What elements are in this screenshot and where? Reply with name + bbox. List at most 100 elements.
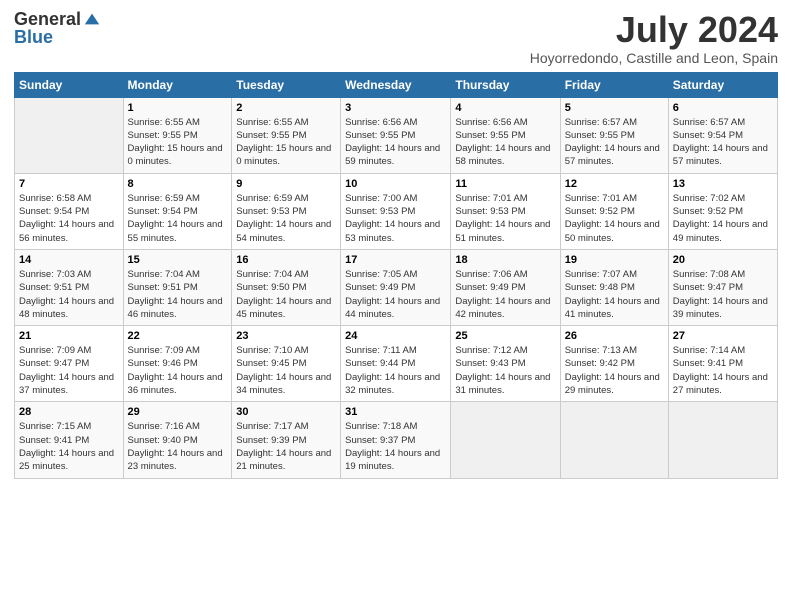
month-title: July 2024: [530, 10, 778, 50]
cell-info: Sunrise: 7:10 AM Sunset: 9:45 PM Dayligh…: [236, 344, 336, 397]
weekday-header: Wednesday: [341, 72, 451, 97]
cell-date: 1: [128, 102, 228, 114]
cell-info: Sunrise: 6:59 AM Sunset: 9:54 PM Dayligh…: [128, 192, 228, 245]
calendar-cell: 17 Sunrise: 7:05 AM Sunset: 9:49 PM Dayl…: [341, 249, 451, 325]
cell-info: Sunrise: 7:14 AM Sunset: 9:41 PM Dayligh…: [673, 344, 773, 397]
cell-info: Sunrise: 7:01 AM Sunset: 9:53 PM Dayligh…: [455, 192, 555, 245]
cell-date: 3: [345, 102, 446, 114]
cell-info: Sunrise: 7:04 AM Sunset: 9:51 PM Dayligh…: [128, 268, 228, 321]
calendar-cell: 31 Sunrise: 7:18 AM Sunset: 9:37 PM Dayl…: [341, 402, 451, 478]
calendar-cell: 9 Sunrise: 6:59 AM Sunset: 9:53 PM Dayli…: [232, 173, 341, 249]
weekday-header: Monday: [123, 72, 232, 97]
calendar-cell: 30 Sunrise: 7:17 AM Sunset: 9:39 PM Dayl…: [232, 402, 341, 478]
cell-info: Sunrise: 6:57 AM Sunset: 9:55 PM Dayligh…: [565, 116, 664, 169]
logo-icon: [83, 10, 101, 28]
cell-date: 19: [565, 254, 664, 266]
cell-info: Sunrise: 7:09 AM Sunset: 9:46 PM Dayligh…: [128, 344, 228, 397]
calendar-week-row: 7 Sunrise: 6:58 AM Sunset: 9:54 PM Dayli…: [15, 173, 778, 249]
calendar-cell: 14 Sunrise: 7:03 AM Sunset: 9:51 PM Dayl…: [15, 249, 124, 325]
weekday-header: Friday: [560, 72, 668, 97]
cell-date: 25: [455, 330, 555, 342]
cell-info: Sunrise: 7:04 AM Sunset: 9:50 PM Dayligh…: [236, 268, 336, 321]
cell-info: Sunrise: 7:16 AM Sunset: 9:40 PM Dayligh…: [128, 420, 228, 473]
cell-date: 26: [565, 330, 664, 342]
calendar-week-row: 28 Sunrise: 7:15 AM Sunset: 9:41 PM Dayl…: [15, 402, 778, 478]
cell-info: Sunrise: 7:17 AM Sunset: 9:39 PM Dayligh…: [236, 420, 336, 473]
cell-info: Sunrise: 7:11 AM Sunset: 9:44 PM Dayligh…: [345, 344, 446, 397]
calendar-cell: 22 Sunrise: 7:09 AM Sunset: 9:46 PM Dayl…: [123, 326, 232, 402]
calendar-cell: [15, 97, 124, 173]
calendar-week-row: 14 Sunrise: 7:03 AM Sunset: 9:51 PM Dayl…: [15, 249, 778, 325]
cell-info: Sunrise: 7:03 AM Sunset: 9:51 PM Dayligh…: [19, 268, 119, 321]
logo-general: General: [14, 10, 81, 28]
cell-date: 6: [673, 102, 773, 114]
calendar-cell: 16 Sunrise: 7:04 AM Sunset: 9:50 PM Dayl…: [232, 249, 341, 325]
calendar-cell: 23 Sunrise: 7:10 AM Sunset: 9:45 PM Dayl…: [232, 326, 341, 402]
calendar-table: SundayMondayTuesdayWednesdayThursdayFrid…: [14, 72, 778, 479]
calendar-cell: 13 Sunrise: 7:02 AM Sunset: 9:52 PM Dayl…: [668, 173, 777, 249]
calendar-cell: 25 Sunrise: 7:12 AM Sunset: 9:43 PM Dayl…: [451, 326, 560, 402]
calendar-week-row: 21 Sunrise: 7:09 AM Sunset: 9:47 PM Dayl…: [15, 326, 778, 402]
calendar-cell: 5 Sunrise: 6:57 AM Sunset: 9:55 PM Dayli…: [560, 97, 668, 173]
cell-info: Sunrise: 7:07 AM Sunset: 9:48 PM Dayligh…: [565, 268, 664, 321]
header: General Blue July 2024 Hoyorredondo, Cas…: [14, 10, 778, 66]
logo-blue: Blue: [14, 27, 53, 47]
calendar-cell: 28 Sunrise: 7:15 AM Sunset: 9:41 PM Dayl…: [15, 402, 124, 478]
cell-date: 12: [565, 178, 664, 190]
cell-info: Sunrise: 7:02 AM Sunset: 9:52 PM Dayligh…: [673, 192, 773, 245]
cell-date: 15: [128, 254, 228, 266]
cell-info: Sunrise: 6:57 AM Sunset: 9:54 PM Dayligh…: [673, 116, 773, 169]
calendar-cell: 15 Sunrise: 7:04 AM Sunset: 9:51 PM Dayl…: [123, 249, 232, 325]
weekday-header: Thursday: [451, 72, 560, 97]
cell-date: 13: [673, 178, 773, 190]
calendar-cell: 11 Sunrise: 7:01 AM Sunset: 9:53 PM Dayl…: [451, 173, 560, 249]
cell-date: 8: [128, 178, 228, 190]
calendar-cell: 21 Sunrise: 7:09 AM Sunset: 9:47 PM Dayl…: [15, 326, 124, 402]
cell-date: 30: [236, 406, 336, 418]
cell-info: Sunrise: 6:55 AM Sunset: 9:55 PM Dayligh…: [128, 116, 228, 169]
cell-date: 2: [236, 102, 336, 114]
cell-info: Sunrise: 7:12 AM Sunset: 9:43 PM Dayligh…: [455, 344, 555, 397]
cell-info: Sunrise: 7:00 AM Sunset: 9:53 PM Dayligh…: [345, 192, 446, 245]
cell-date: 4: [455, 102, 555, 114]
weekday-header: Tuesday: [232, 72, 341, 97]
cell-info: Sunrise: 7:06 AM Sunset: 9:49 PM Dayligh…: [455, 268, 555, 321]
cell-date: 22: [128, 330, 228, 342]
cell-info: Sunrise: 7:08 AM Sunset: 9:47 PM Dayligh…: [673, 268, 773, 321]
cell-date: 18: [455, 254, 555, 266]
cell-date: 5: [565, 102, 664, 114]
calendar-cell: 7 Sunrise: 6:58 AM Sunset: 9:54 PM Dayli…: [15, 173, 124, 249]
cell-info: Sunrise: 7:13 AM Sunset: 9:42 PM Dayligh…: [565, 344, 664, 397]
cell-info: Sunrise: 7:15 AM Sunset: 9:41 PM Dayligh…: [19, 420, 119, 473]
weekday-header: Saturday: [668, 72, 777, 97]
calendar-cell: 19 Sunrise: 7:07 AM Sunset: 9:48 PM Dayl…: [560, 249, 668, 325]
cell-date: 17: [345, 254, 446, 266]
calendar-cell: 2 Sunrise: 6:55 AM Sunset: 9:55 PM Dayli…: [232, 97, 341, 173]
calendar-cell: 18 Sunrise: 7:06 AM Sunset: 9:49 PM Dayl…: [451, 249, 560, 325]
title-block: July 2024 Hoyorredondo, Castille and Leo…: [530, 10, 778, 66]
cell-date: 21: [19, 330, 119, 342]
calendar-cell: [560, 402, 668, 478]
cell-date: 27: [673, 330, 773, 342]
cell-date: 7: [19, 178, 119, 190]
cell-info: Sunrise: 7:18 AM Sunset: 9:37 PM Dayligh…: [345, 420, 446, 473]
calendar-cell: 20 Sunrise: 7:08 AM Sunset: 9:47 PM Dayl…: [668, 249, 777, 325]
calendar-cell: 1 Sunrise: 6:55 AM Sunset: 9:55 PM Dayli…: [123, 97, 232, 173]
logo: General Blue: [14, 10, 101, 48]
calendar-cell: 8 Sunrise: 6:59 AM Sunset: 9:54 PM Dayli…: [123, 173, 232, 249]
calendar-cell: 29 Sunrise: 7:16 AM Sunset: 9:40 PM Dayl…: [123, 402, 232, 478]
cell-date: 16: [236, 254, 336, 266]
cell-date: 14: [19, 254, 119, 266]
cell-info: Sunrise: 6:55 AM Sunset: 9:55 PM Dayligh…: [236, 116, 336, 169]
calendar-cell: 4 Sunrise: 6:56 AM Sunset: 9:55 PM Dayli…: [451, 97, 560, 173]
cell-date: 20: [673, 254, 773, 266]
calendar-cell: [451, 402, 560, 478]
header-row: SundayMondayTuesdayWednesdayThursdayFrid…: [15, 72, 778, 97]
calendar-week-row: 1 Sunrise: 6:55 AM Sunset: 9:55 PM Dayli…: [15, 97, 778, 173]
location-title: Hoyorredondo, Castille and Leon, Spain: [530, 50, 778, 66]
calendar-cell: 27 Sunrise: 7:14 AM Sunset: 9:41 PM Dayl…: [668, 326, 777, 402]
cell-info: Sunrise: 7:01 AM Sunset: 9:52 PM Dayligh…: [565, 192, 664, 245]
cell-date: 24: [345, 330, 446, 342]
cell-date: 11: [455, 178, 555, 190]
cell-date: 10: [345, 178, 446, 190]
